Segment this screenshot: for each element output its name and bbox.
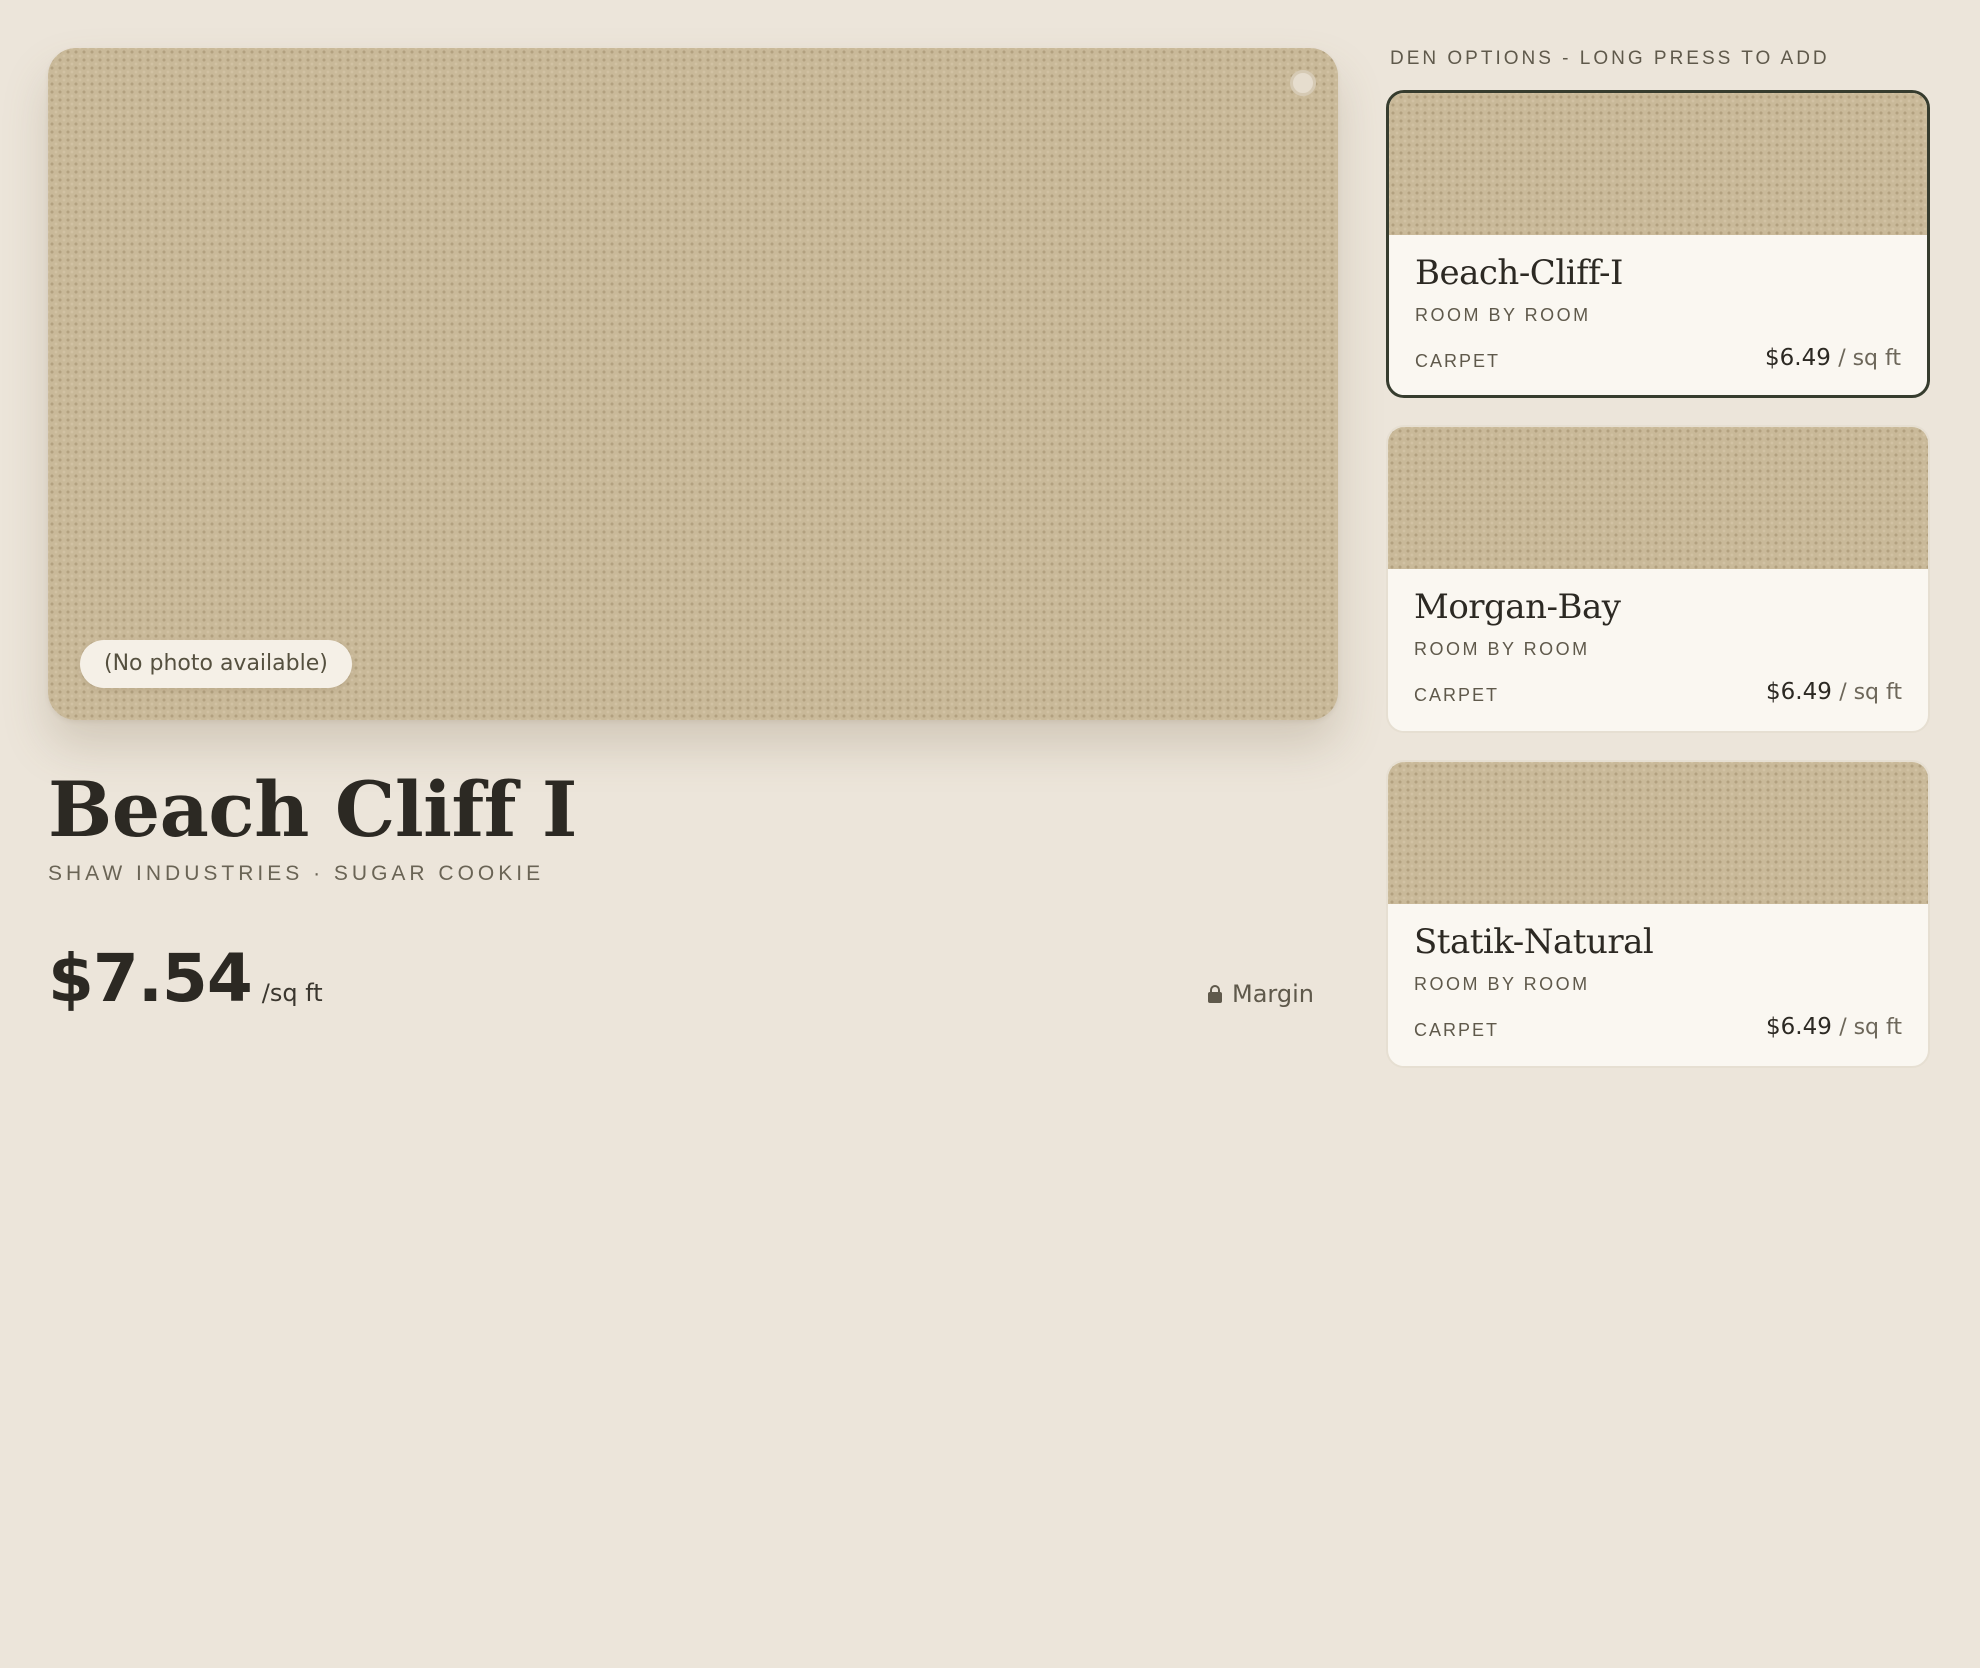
option-collection: ROOM BY ROOM: [1414, 639, 1590, 659]
option-category: CARPET: [1414, 685, 1500, 705]
option-card-statik-natural[interactable]: Statik-Natural ROOM BY ROOM CARPET $6.49…: [1386, 760, 1930, 1068]
margin-label: Margin: [1232, 980, 1314, 1008]
option-name: Beach-Cliff-I: [1415, 253, 1623, 293]
option-name: Statik-Natural: [1414, 922, 1654, 962]
option-collection: ROOM BY ROOM: [1415, 305, 1591, 325]
option-category: CARPET: [1414, 1020, 1500, 1040]
option-price: $6.49 / sq ft: [1766, 1014, 1902, 1040]
image-indicator-dot[interactable]: [1290, 70, 1316, 96]
option-price-unit: / sq ft: [1839, 1015, 1902, 1040]
option-price: $6.49 / sq ft: [1766, 679, 1902, 705]
option-price-amount: $6.49: [1766, 1014, 1832, 1040]
option-price-unit: / sq ft: [1838, 346, 1901, 371]
price-amount: $7.54: [48, 940, 253, 1017]
option-swatch: [1389, 93, 1927, 235]
margin-toggle-button[interactable]: Margin: [1208, 980, 1314, 1008]
no-photo-badge: (No photo available): [80, 640, 352, 688]
option-card-morgan-bay[interactable]: Morgan-Bay ROOM BY ROOM CARPET $6.49 / s…: [1386, 425, 1930, 733]
option-price-unit: / sq ft: [1839, 680, 1902, 705]
option-swatch: [1388, 427, 1928, 569]
product-title: Beach Cliff I: [48, 765, 577, 854]
product-swatch-image[interactable]: (No photo available): [48, 48, 1338, 720]
option-category: CARPET: [1415, 351, 1501, 371]
product-manufacturer-color: SHAW INDUSTRIES · SUGAR COOKIE: [48, 862, 545, 885]
option-price-amount: $6.49: [1765, 345, 1831, 371]
options-header: DEN OPTIONS - LONG PRESS TO ADD: [1390, 48, 1830, 69]
lock-icon: [1208, 985, 1223, 1003]
option-price: $6.49 / sq ft: [1765, 345, 1901, 371]
option-swatch: [1388, 762, 1928, 904]
option-name: Morgan-Bay: [1414, 587, 1621, 627]
product-price: $7.54 /sq ft: [48, 940, 323, 1017]
option-price-amount: $6.49: [1766, 679, 1832, 705]
option-card-beach-cliff-i[interactable]: Beach-Cliff-I ROOM BY ROOM CARPET $6.49 …: [1386, 90, 1930, 398]
option-collection: ROOM BY ROOM: [1414, 974, 1590, 994]
price-unit: /sq ft: [261, 979, 323, 1007]
